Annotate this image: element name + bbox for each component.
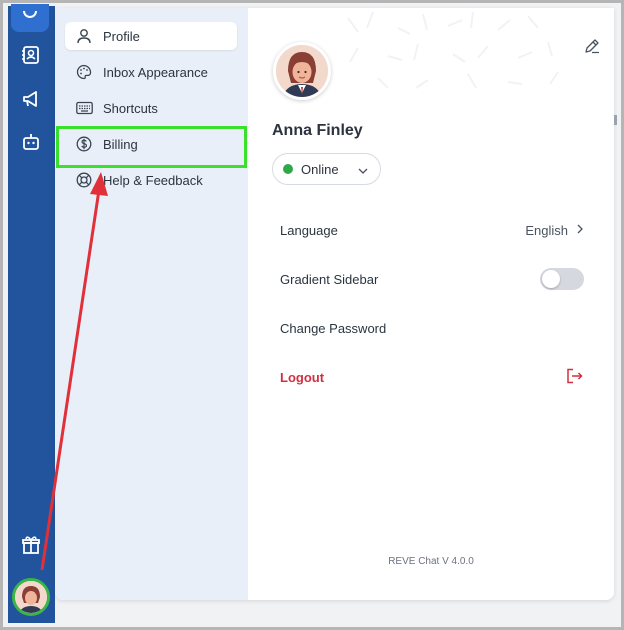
chevron-right-icon: [576, 223, 584, 238]
language-label: Language: [280, 222, 338, 238]
campaigns-nav-button[interactable]: [17, 88, 45, 114]
version-text: REVE Chat V 4.0.0: [388, 556, 474, 567]
lifebuoy-icon: [75, 171, 93, 189]
profile-content: Anna Finley Online Language English Grad…: [248, 8, 614, 600]
user-icon: [75, 27, 93, 45]
menu-item-label: Inbox Appearance: [103, 64, 208, 80]
avatar: [15, 581, 47, 613]
logout-row[interactable]: Logout: [280, 366, 584, 388]
status-dot: [283, 164, 293, 174]
user-avatar-button[interactable]: [12, 578, 50, 616]
settings-menu: Profile Inbox Appearance Shortcuts Billi…: [55, 8, 248, 600]
profile-avatar[interactable]: [273, 42, 331, 100]
gear-icon: [21, 10, 39, 28]
keyboard-icon: [75, 99, 93, 117]
gift-nav-button[interactable]: [17, 534, 45, 560]
sidebar-rail: [8, 4, 55, 623]
toggle-knob: [542, 270, 560, 288]
menu-item-shortcuts[interactable]: Shortcuts: [65, 94, 237, 122]
menu-item-inbox-appearance[interactable]: Inbox Appearance: [65, 58, 237, 86]
palette-icon: [75, 63, 93, 81]
change-password-label: Change Password: [280, 320, 387, 336]
change-password-row[interactable]: Change Password: [280, 317, 584, 339]
language-row[interactable]: Language English: [280, 219, 584, 241]
scrollbar-edge: [614, 115, 617, 125]
contacts-icon: [21, 45, 41, 70]
menu-item-label: Help & Feedback: [103, 172, 203, 188]
edit-profile-button[interactable]: [584, 38, 602, 56]
menu-item-label: Profile: [103, 28, 140, 44]
chevron-down-icon: [357, 164, 369, 179]
logout-icon: [566, 368, 584, 387]
menu-item-label: Shortcuts: [103, 100, 158, 116]
gradient-sidebar-label: Gradient Sidebar: [280, 271, 379, 287]
logout-label: Logout: [280, 369, 325, 385]
billing-highlight-box: [56, 126, 247, 168]
status-dropdown[interactable]: Online: [272, 153, 381, 185]
menu-item-help-feedback[interactable]: Help & Feedback: [65, 166, 237, 194]
settings-nav-button[interactable]: [11, 4, 49, 32]
megaphone-icon: [21, 89, 41, 114]
gift-icon: [21, 535, 41, 560]
bots-nav-button[interactable]: [17, 131, 45, 157]
gradient-sidebar-toggle[interactable]: [540, 268, 584, 290]
status-label: Online: [301, 161, 339, 177]
pencil-icon: [585, 39, 599, 54]
profile-name: Anna Finley: [272, 122, 363, 139]
contacts-nav-button[interactable]: [17, 44, 45, 70]
language-value: English: [525, 222, 568, 238]
avatar: [276, 45, 328, 97]
gradient-sidebar-row: Gradient Sidebar: [280, 268, 584, 290]
menu-item-profile[interactable]: Profile: [65, 22, 237, 50]
settings-panel: Profile Inbox Appearance Shortcuts Billi…: [55, 8, 614, 600]
bot-icon: [21, 132, 41, 157]
